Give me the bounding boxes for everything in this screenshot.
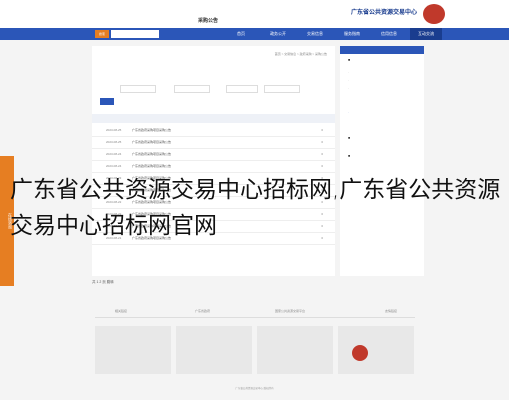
- footer-box-2: [176, 326, 252, 374]
- row-title[interactable]: 广东省政府采购项目采购公告: [132, 152, 292, 156]
- nav-tab-2[interactable]: 政务公开: [262, 28, 294, 40]
- row-date: 2023-08-24: [106, 164, 122, 168]
- footer-link[interactable]: 国家公共资源交易平台: [275, 309, 305, 313]
- row-count: 0: [321, 152, 323, 156]
- table-header: [92, 114, 335, 123]
- sidebar-item-selected[interactable]: ·: [348, 110, 349, 114]
- footer-link[interactable]: 友情链接: [385, 309, 397, 313]
- row-title[interactable]: 广东省政府采购项目采购公告: [132, 164, 292, 168]
- search-tag[interactable]: 搜索: [95, 30, 109, 38]
- footer-box-1: [95, 326, 171, 374]
- row-date: 2023-08-24: [106, 152, 122, 156]
- filter-input-2[interactable]: [174, 85, 210, 93]
- site-header: 广东省公共资源交易中心: [0, 0, 509, 28]
- footer-box-4: [338, 326, 414, 374]
- emblem-icon: [423, 4, 445, 24]
- sidebar-group-1: ■: [348, 58, 351, 62]
- nav-tab-4[interactable]: 服务指南: [336, 28, 368, 40]
- footer-box-3: [257, 326, 333, 374]
- nav-tab-1[interactable]: 首页: [225, 28, 257, 40]
- breadcrumb: 首页 > 交易信息 > 政府采购 > 采购公告: [274, 52, 327, 56]
- search-input[interactable]: [111, 30, 159, 38]
- filter-input-3[interactable]: [226, 85, 258, 93]
- nav-tab-6[interactable]: 互动交流: [410, 28, 442, 40]
- row-date: 2023-08-25: [106, 140, 122, 144]
- page-title: 采购公告: [198, 18, 219, 24]
- sidebar-item[interactable]: ·: [348, 86, 349, 90]
- sidebar-item[interactable]: ·: [348, 78, 349, 82]
- footer-emblem-icon: [352, 345, 368, 361]
- copyright: 广东省公共资源交易中心 版权所有: [235, 387, 274, 390]
- sidebar-group-2: ■: [348, 136, 351, 140]
- filter-input-1[interactable]: [120, 85, 156, 93]
- site-title: 广东省公共资源交易中心: [350, 10, 417, 16]
- row-count: 0: [321, 164, 323, 168]
- filter-bar: [100, 84, 328, 94]
- nav-tab-3[interactable]: 交易信息: [299, 28, 331, 40]
- row-date: 2023-08-25: [106, 128, 122, 132]
- pagination[interactable]: 共 1 2 页 跳转: [92, 280, 114, 285]
- filter-input-4[interactable]: [264, 85, 300, 93]
- overlay-caption: 广东省公共资源交易中心招标网,广东省公共资源交易中心招标网官网: [10, 177, 501, 239]
- row-title[interactable]: 广东省政府采购项目采购公告: [132, 140, 292, 144]
- row-title[interactable]: 广东省政府采购项目采购公告: [132, 128, 292, 132]
- main-nav: 首页 政务公开 交易信息 服务指南 信用信息 互动交流: [0, 28, 509, 40]
- footer-links-bar: 相关链接 广东省政府 国家公共资源交易平台 友情链接: [95, 307, 415, 318]
- footer-link[interactable]: 广东省政府: [195, 309, 210, 313]
- row-count: 0: [321, 140, 323, 144]
- nav-tab-5[interactable]: 信用信息: [373, 28, 405, 40]
- sidebar-item[interactable]: ·: [348, 70, 349, 74]
- sidebar-header: [340, 46, 424, 54]
- row-count: 0: [321, 128, 323, 132]
- footer-link[interactable]: 相关链接: [115, 309, 127, 313]
- sidebar-group-3: ■: [348, 154, 351, 158]
- query-button[interactable]: [100, 98, 114, 105]
